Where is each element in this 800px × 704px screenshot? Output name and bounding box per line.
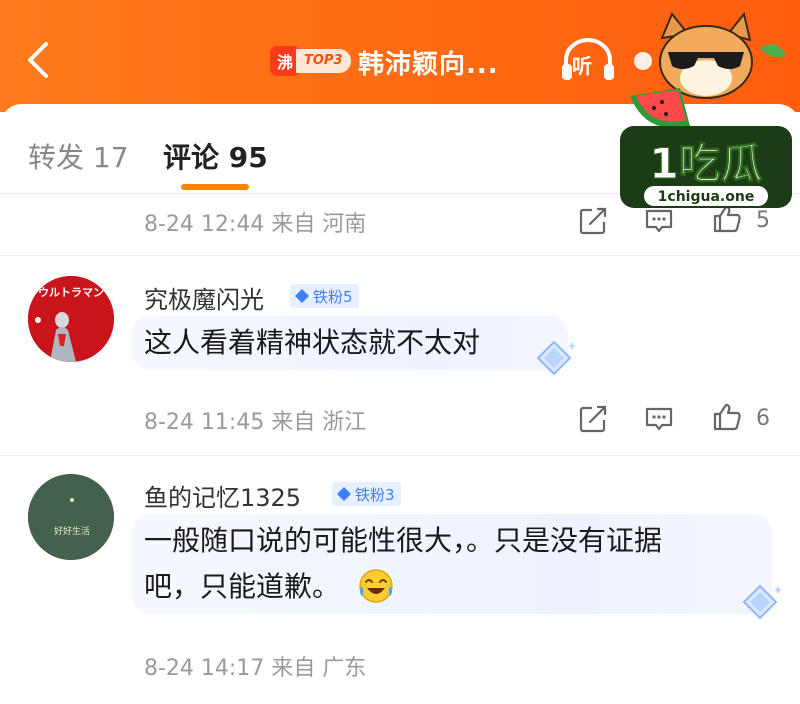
listen-label: 听 — [572, 54, 592, 78]
diamond-icon — [295, 289, 309, 303]
laugh-cry-emoji-icon — [359, 569, 393, 603]
comment-separator — [0, 255, 800, 256]
watermark-brand: 1吃瓜 — [649, 139, 762, 188]
gem-icon — [742, 584, 782, 620]
fan-badge-label: 铁粉5 — [313, 287, 353, 306]
comment-icon[interactable] — [644, 404, 674, 434]
fan-badge-label: 铁粉3 — [355, 485, 395, 504]
like-count: 6 — [756, 406, 770, 431]
fan-badge: 铁粉3 — [332, 482, 401, 506]
comment-text: 这人看着精神状态就不太对 — [144, 326, 481, 359]
username[interactable]: 究极魔闪光 — [144, 280, 264, 315]
chevron-left-icon — [28, 42, 48, 78]
page-title[interactable]: 韩沛颖向... — [358, 44, 499, 81]
back-button[interactable] — [20, 38, 60, 82]
gem-icon — [536, 340, 576, 376]
like-icon[interactable] — [712, 402, 742, 432]
repost-icon[interactable] — [578, 404, 608, 434]
comment-meta: 8-24 11:45 来自 浙江 — [144, 410, 367, 435]
watermark-image: 1吃瓜 1chigua.one — [620, 11, 792, 208]
avatar-caption: ウルトラマン — [38, 286, 104, 299]
avatar-image: ウルトラマン — [28, 276, 114, 362]
comment-text: 吧，只能道歉。 — [144, 570, 341, 603]
comment-separator — [0, 455, 800, 456]
repost-icon[interactable] — [578, 206, 608, 236]
watermark-site: 1chigua.one — [658, 189, 755, 205]
avatar[interactable]: ウルトラマン — [28, 276, 114, 362]
comment-text: 一般随口说的可能性很大，。只是没有证据 — [144, 524, 663, 557]
tab-repost[interactable]: 转发 17 — [28, 136, 129, 176]
avatar[interactable]: 好好生活 — [28, 474, 114, 560]
tab-comments[interactable]: 评论 95 — [163, 136, 268, 176]
fan-badge: 铁粉5 — [290, 284, 359, 308]
hot-search-badge[interactable]: 沸 TOP3 — [270, 46, 351, 76]
active-tab-indicator — [181, 184, 249, 190]
diamond-icon — [337, 487, 351, 501]
comment-meta: 8-24 12:44 来自 河南 — [144, 212, 367, 237]
username[interactable]: 鱼的记忆1325 — [144, 478, 301, 513]
avatar-image: 好好生活 — [28, 474, 114, 560]
comment-meta: 8-24 14:17 来自 广东 — [144, 656, 367, 681]
watermark-logo: 1吃瓜 1chigua.one — [610, 8, 800, 218]
hot-rank: TOP3 — [296, 49, 351, 73]
listen-button[interactable]: 听 — [558, 38, 618, 84]
avatar-caption: 好好生活 — [54, 525, 90, 537]
